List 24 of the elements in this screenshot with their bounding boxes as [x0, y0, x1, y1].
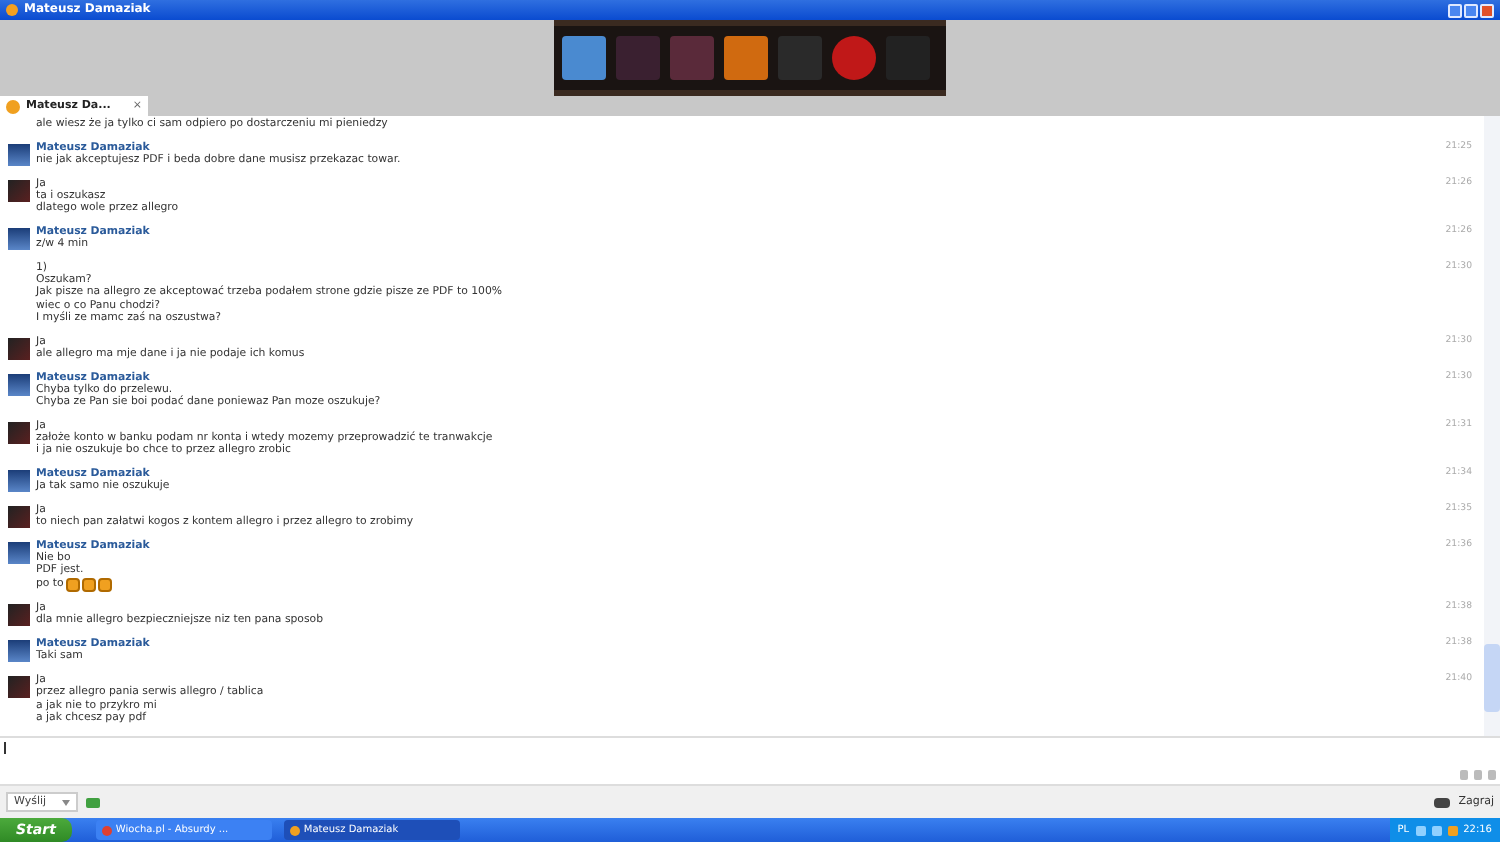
minimize-button[interactable]	[1448, 3, 1462, 17]
maximize-button[interactable]	[1464, 3, 1478, 17]
avatar	[8, 640, 30, 663]
avatar	[8, 179, 30, 202]
gamepad-icon[interactable]	[1434, 797, 1451, 807]
avatar	[8, 470, 30, 493]
font-icon[interactable]	[1488, 770, 1496, 780]
scroll-thumb[interactable]	[1484, 644, 1500, 712]
app-icon	[6, 4, 18, 16]
avatar	[8, 373, 30, 396]
avatar	[8, 542, 30, 565]
caret-icon	[62, 799, 70, 805]
avatar	[8, 604, 30, 627]
avatar	[8, 421, 30, 444]
avatar	[8, 337, 30, 360]
emoticon-icon[interactable]	[1474, 770, 1482, 780]
avatar	[8, 143, 30, 166]
format-icon[interactable]	[1460, 770, 1468, 780]
avatar	[8, 506, 30, 529]
close-button[interactable]	[1480, 3, 1494, 17]
camera-icon[interactable]	[86, 797, 100, 807]
sun-icon	[6, 99, 20, 113]
avatar	[8, 228, 30, 250]
avatar	[8, 676, 30, 699]
